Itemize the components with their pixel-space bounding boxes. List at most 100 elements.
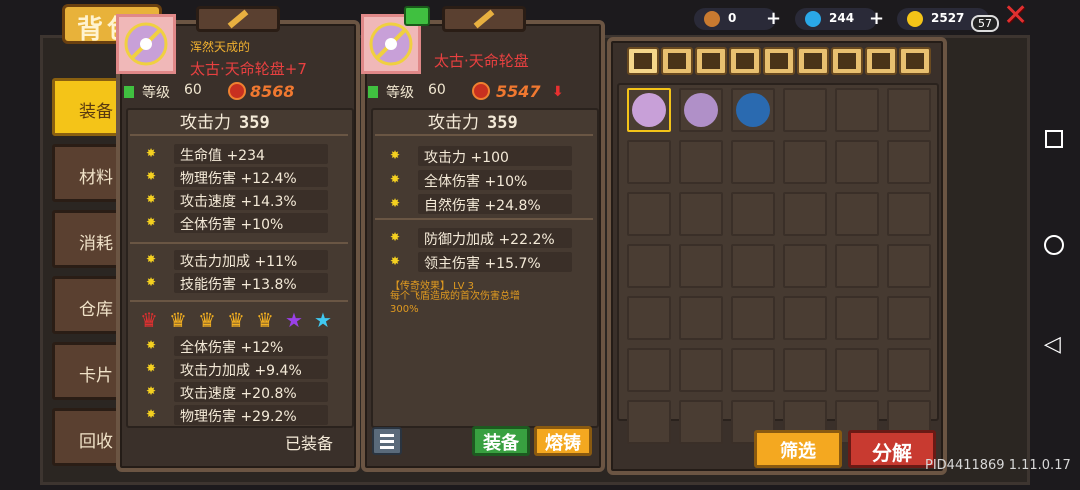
inventory-slot[interactable] bbox=[627, 192, 671, 236]
inventory-slot[interactable] bbox=[835, 348, 879, 392]
crown-icon: ♛ bbox=[198, 308, 216, 332]
stat-line: 领主伤害 +15.7% bbox=[418, 252, 572, 272]
item-name: 太古·天命轮盘+7 bbox=[190, 60, 307, 78]
add-gem-button[interactable]: + bbox=[869, 8, 884, 29]
add-key-button[interactable]: + bbox=[766, 8, 781, 29]
inventory-slot[interactable] bbox=[783, 88, 827, 132]
sparkle-icon: ✸ bbox=[390, 172, 401, 186]
inventory-slot[interactable] bbox=[887, 348, 931, 392]
home-button[interactable] bbox=[1044, 235, 1064, 255]
power-down-arrow-icon: ⬇ bbox=[552, 84, 564, 100]
category-grid-icon[interactable] bbox=[627, 47, 659, 75]
sparkle-icon: ✸ bbox=[146, 215, 157, 229]
inventory-slot[interactable] bbox=[887, 140, 931, 184]
inventory-slot[interactable] bbox=[783, 296, 827, 340]
inventory-slot[interactable] bbox=[627, 140, 671, 184]
inventory-slot[interactable] bbox=[679, 400, 723, 444]
inventory-slot[interactable] bbox=[679, 348, 723, 392]
amulet-icon bbox=[872, 53, 890, 69]
inventory-slot[interactable] bbox=[783, 348, 827, 392]
inventory-slot[interactable] bbox=[679, 244, 723, 288]
level-flag-icon bbox=[368, 86, 378, 98]
decompose-button[interactable]: 分解 bbox=[848, 430, 936, 468]
sparkle-icon: ✸ bbox=[146, 361, 157, 375]
inventory-slot[interactable] bbox=[627, 88, 671, 132]
stat-line: 攻击速度 +20.8% bbox=[174, 382, 328, 402]
inventory-slot[interactable] bbox=[679, 192, 723, 236]
category-ring-icon[interactable] bbox=[831, 47, 863, 75]
sparkle-icon: ✸ bbox=[146, 407, 157, 421]
inventory-slot[interactable] bbox=[783, 244, 827, 288]
level-value: 60 bbox=[184, 82, 202, 98]
inventory-slot[interactable] bbox=[731, 244, 775, 288]
inventory-slot[interactable] bbox=[887, 296, 931, 340]
inventory-slot[interactable] bbox=[887, 192, 931, 236]
sparkle-icon: ✸ bbox=[390, 196, 401, 210]
divider bbox=[130, 134, 348, 136]
inventory-slot[interactable] bbox=[887, 88, 931, 132]
key-count: 0 bbox=[728, 11, 737, 25]
equip-button[interactable]: 装备 bbox=[472, 426, 530, 456]
category-sword-icon[interactable] bbox=[661, 47, 693, 75]
smelt-button[interactable]: 熔铸 bbox=[534, 426, 592, 456]
inventory-slot[interactable] bbox=[731, 192, 775, 236]
sword-icon bbox=[668, 53, 686, 69]
inventory-slot[interactable] bbox=[835, 88, 879, 132]
sparkle-icon: ✸ bbox=[146, 146, 157, 160]
boots-icon bbox=[804, 53, 822, 69]
category-pants-icon[interactable] bbox=[763, 47, 795, 75]
stat-line: 攻击力加成 +9.4% bbox=[174, 359, 328, 379]
sparkle-icon: ✸ bbox=[146, 169, 157, 183]
inventory-slot[interactable] bbox=[835, 140, 879, 184]
category-armor-icon[interactable] bbox=[729, 47, 761, 75]
inventory-slot[interactable] bbox=[731, 88, 775, 132]
inventory-slot[interactable] bbox=[835, 192, 879, 236]
inventory-slot[interactable] bbox=[887, 244, 931, 288]
inventory-slot[interactable] bbox=[627, 296, 671, 340]
inventory-slot[interactable] bbox=[679, 296, 723, 340]
key-icon bbox=[704, 11, 720, 27]
divider bbox=[375, 218, 593, 220]
stat-line: 生命值 +234 bbox=[174, 144, 328, 164]
inventory-slot[interactable] bbox=[783, 140, 827, 184]
key-counter: 0 bbox=[694, 8, 776, 30]
gold-count: 2527 bbox=[931, 11, 965, 25]
crown-icon: ♛ bbox=[140, 308, 158, 332]
stat-line: 全体伤害 +12% bbox=[174, 336, 328, 356]
divider bbox=[130, 242, 348, 244]
close-icon[interactable]: ✕ bbox=[1003, 0, 1028, 33]
stat-line: 攻击力 +100 bbox=[418, 146, 572, 166]
inventory-slot[interactable] bbox=[731, 296, 775, 340]
inventory-item-icon bbox=[632, 93, 666, 127]
recent-apps-button[interactable] bbox=[1045, 130, 1063, 148]
inventory-slot[interactable] bbox=[731, 348, 775, 392]
lock-icon[interactable] bbox=[404, 6, 430, 26]
category-gear-icon[interactable] bbox=[899, 47, 931, 75]
gem-counter: 244 bbox=[795, 8, 877, 30]
filter-button[interactable]: 筛选 bbox=[754, 430, 842, 468]
back-button[interactable]: ◁ bbox=[1044, 332, 1061, 357]
inventory-slot[interactable] bbox=[835, 244, 879, 288]
inventory-slot[interactable] bbox=[627, 348, 671, 392]
sparkle-icon: ✸ bbox=[390, 254, 401, 268]
list-icon[interactable] bbox=[372, 427, 402, 455]
inventory-slot[interactable] bbox=[731, 140, 775, 184]
inventory-slot[interactable] bbox=[783, 192, 827, 236]
inventory-slot[interactable] bbox=[627, 400, 671, 444]
category-boots-icon[interactable] bbox=[797, 47, 829, 75]
category-helmet-icon[interactable] bbox=[695, 47, 727, 75]
star-icon: ★ bbox=[285, 308, 303, 332]
sword-icon bbox=[473, 9, 495, 29]
inventory-slot[interactable] bbox=[679, 140, 723, 184]
inventory-slot[interactable] bbox=[679, 88, 723, 132]
disc-icon bbox=[124, 22, 168, 66]
item-prefix: 浑然天成的 bbox=[190, 40, 251, 54]
sparkle-icon: ✸ bbox=[390, 230, 401, 244]
inventory-slot[interactable] bbox=[835, 296, 879, 340]
sparkle-icon: ✸ bbox=[146, 384, 157, 398]
stat-line: 防御力加成 +22.2% bbox=[418, 228, 572, 248]
category-amulet-icon[interactable] bbox=[865, 47, 897, 75]
inventory-slot[interactable] bbox=[627, 244, 671, 288]
sparkle-icon: ✸ bbox=[146, 275, 157, 289]
equipped-item-icon bbox=[116, 14, 176, 74]
